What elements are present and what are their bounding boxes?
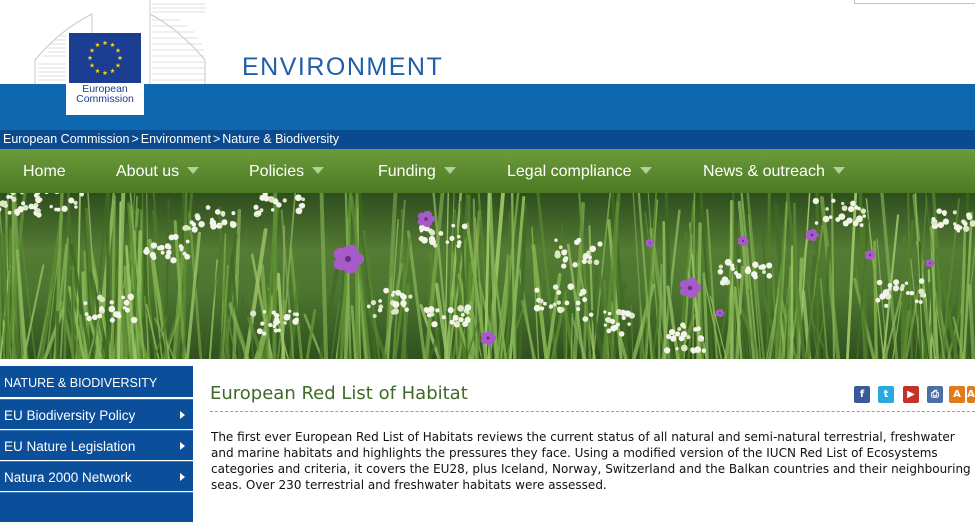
- nav-news-outreach-label: News & outreach: [703, 163, 825, 180]
- sidebar-item-label: Natura 2000 Network: [4, 470, 132, 485]
- font-size-glyph: A: [953, 389, 961, 400]
- sidebar-item-label: EU Biodiversity Policy: [4, 408, 135, 423]
- caret-down-icon: [833, 167, 845, 174]
- search-input[interactable]: [854, 0, 975, 4]
- sidebar-item-eu-nature-legislation[interactable]: EU Nature Legislation: [0, 430, 193, 460]
- font-size-large-icon[interactable]: A: [967, 386, 975, 403]
- european-commission-logo[interactable]: European Commission: [66, 33, 144, 115]
- youtube-icon[interactable]: ▶: [903, 386, 919, 403]
- nav-legal-compliance-label: Legal compliance: [507, 163, 632, 180]
- sidebar-item-natura-2000-network[interactable]: Natura 2000 Network: [0, 461, 193, 491]
- nav-policies-label: Policies: [249, 163, 304, 180]
- font-size-icon[interactable]: A: [949, 386, 965, 403]
- print-glyph: ⎙: [931, 389, 939, 400]
- facebook-glyph: f: [860, 389, 864, 400]
- nav-policies[interactable]: Policies: [249, 149, 324, 193]
- facebook-icon[interactable]: f: [854, 386, 870, 403]
- breadcrumb-separator: >: [211, 130, 222, 149]
- nav-home[interactable]: Home: [23, 149, 66, 193]
- nav-funding-label: Funding: [378, 163, 436, 180]
- share-toolbar: f t ▶ ⎙ A A: [854, 386, 975, 404]
- caret-down-icon: [187, 167, 199, 174]
- meadow-illustration: [0, 193, 975, 359]
- title-divider: [210, 411, 975, 412]
- logo-line2: Commission: [66, 94, 144, 104]
- font-size-large-glyph: A: [967, 389, 975, 400]
- page-title: European Red List of Habitat: [210, 383, 468, 404]
- caret-down-icon: [444, 167, 456, 174]
- sidebar-header[interactable]: NATURE & BIODIVERSITY: [0, 366, 193, 397]
- chevron-right-icon: [180, 411, 185, 419]
- print-icon[interactable]: ⎙: [927, 386, 943, 403]
- header-blue-band: [0, 84, 975, 130]
- sidebar-item-next[interactable]: [0, 492, 193, 522]
- nav-home-label: Home: [23, 163, 66, 180]
- sidebar: NATURE & BIODIVERSITY EU Biodiversity Po…: [0, 366, 195, 503]
- nav-about-us-label: About us: [116, 163, 179, 180]
- site-header: European Commission ENVIRONMENT: [0, 0, 975, 84]
- caret-down-icon: [312, 167, 324, 174]
- main-navigation: Home About us Policies Funding Legal com…: [0, 149, 975, 193]
- meadow-banner-image: [0, 193, 975, 359]
- intro-paragraph: The first ever European Red List of Habi…: [211, 429, 973, 493]
- caret-down-icon: [640, 167, 652, 174]
- breadcrumb-separator: >: [129, 130, 140, 149]
- nav-legal-compliance[interactable]: Legal compliance: [507, 149, 652, 193]
- breadcrumb-european-commission[interactable]: European Commission: [3, 130, 129, 149]
- sidebar-item-eu-biodiversity-policy[interactable]: EU Biodiversity Policy: [0, 399, 193, 429]
- chevron-right-icon: [180, 473, 185, 481]
- breadcrumb: European Commission>Environment>Nature &…: [0, 130, 975, 149]
- nav-funding[interactable]: Funding: [378, 149, 456, 193]
- twitter-glyph: t: [884, 389, 889, 400]
- twitter-icon[interactable]: t: [878, 386, 894, 403]
- site-title[interactable]: ENVIRONMENT: [242, 53, 443, 82]
- youtube-glyph: ▶: [907, 389, 915, 400]
- sidebar-item-label: EU Nature Legislation: [4, 439, 135, 454]
- nav-about-us[interactable]: About us: [116, 149, 199, 193]
- nav-news-outreach[interactable]: News & outreach: [703, 149, 845, 193]
- breadcrumb-environment[interactable]: Environment: [141, 130, 211, 149]
- chevron-right-icon: [180, 442, 185, 450]
- eu-flag-icon: [69, 33, 141, 83]
- breadcrumb-nature-biodiversity: Nature & Biodiversity: [222, 130, 339, 149]
- logo-text: European Commission: [66, 84, 144, 104]
